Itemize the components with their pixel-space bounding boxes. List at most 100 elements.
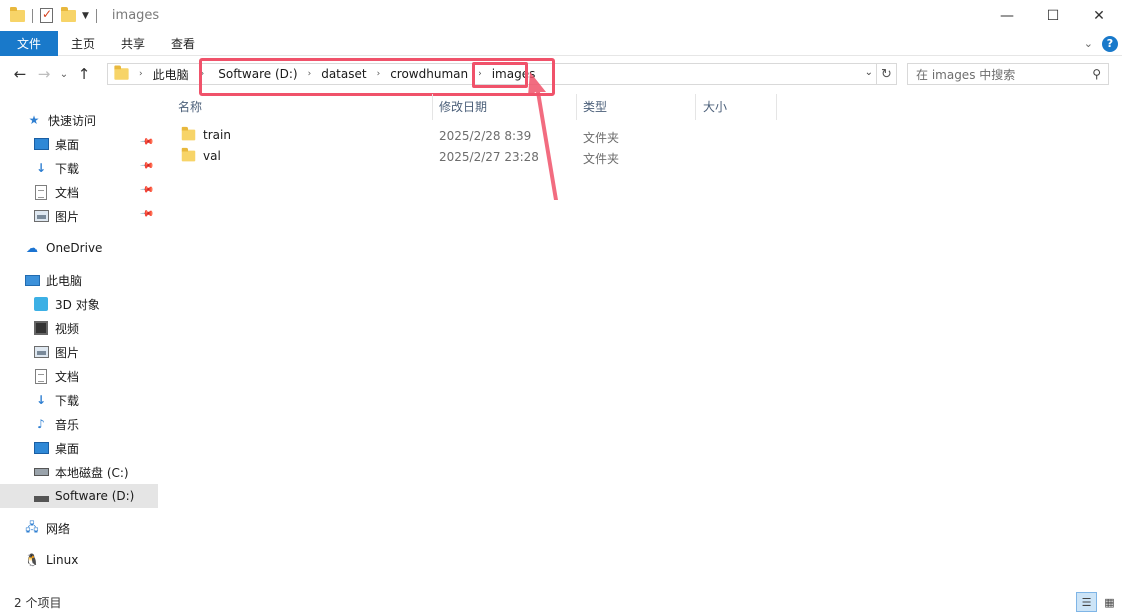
breadcrumb-software-d[interactable]: Software (D:): [214, 67, 301, 81]
navigation-pane: ★ 快速访问 桌面 📌 ↓ 下载 📌 文档 📌 图片 📌 ☁ OneDrive …: [0, 92, 158, 590]
address-bar[interactable]: › 此电脑 › Software (D:) › dataset › crowdh…: [107, 63, 877, 85]
sidebar-item-label: OneDrive: [46, 241, 103, 255]
sidebar-item-onedrive[interactable]: ☁ OneDrive: [0, 236, 158, 260]
close-button[interactable]: ✕: [1076, 0, 1122, 31]
download-icon: ↓: [35, 161, 47, 175]
sidebar-item-label: 桌面: [55, 137, 80, 152]
file-modified: 2025/2/28 8:39: [439, 129, 532, 143]
sidebar-item-3d-objects[interactable]: 3D 对象: [0, 292, 158, 316]
back-button[interactable]: ←: [8, 62, 32, 86]
maximize-button[interactable]: ☐: [1030, 0, 1076, 31]
chevron-right-icon[interactable]: ›: [371, 69, 387, 79]
column-divider[interactable]: [432, 94, 433, 120]
drive-icon: [33, 488, 49, 504]
chevron-right-icon[interactable]: ›: [193, 69, 215, 79]
search-input[interactable]: 在 images 中搜索 ⚲: [907, 63, 1109, 85]
folder-icon: [10, 6, 25, 22]
search-placeholder: 在 images 中搜索: [916, 67, 1016, 82]
sidebar-item-quick-access[interactable]: ★ 快速访问: [0, 108, 158, 132]
forward-button[interactable]: →: [32, 62, 56, 86]
sidebar-item-documents-pc[interactable]: 文档: [0, 364, 158, 388]
sidebar-item-label: 图片: [55, 209, 80, 224]
sidebar-item-linux[interactable]: 🐧 Linux: [0, 548, 158, 572]
sidebar-item-label: 下载: [55, 161, 80, 176]
folder-icon: [181, 126, 196, 141]
breadcrumb-crowdhuman[interactable]: crowdhuman: [386, 67, 472, 81]
column-header-type[interactable]: 类型: [583, 92, 607, 120]
file-name-cell[interactable]: train: [181, 126, 231, 142]
cloud-icon: ☁: [26, 241, 38, 255]
document-icon: [33, 368, 49, 384]
folder-icon: [114, 65, 129, 80]
tab-home[interactable]: 主页: [58, 31, 108, 56]
column-header-modified[interactable]: 修改日期: [439, 92, 487, 120]
sidebar-item-downloads-pc[interactable]: ↓ 下载: [0, 388, 158, 412]
sidebar-item-label: 本地磁盘 (C:): [55, 465, 129, 480]
breadcrumb-images[interactable]: images: [488, 67, 540, 81]
sidebar-item-desktop[interactable]: 桌面 📌: [0, 132, 158, 156]
file-name: val: [203, 149, 221, 163]
file-list: 名称 修改日期 类型 大小 train 2025/2/28 8:39 文件夹 v…: [160, 92, 1122, 590]
column-divider[interactable]: [576, 94, 577, 120]
chevron-right-icon[interactable]: ›: [302, 69, 318, 79]
sidebar-item-label: 文档: [55, 369, 80, 384]
new-folder-icon[interactable]: [61, 6, 76, 22]
tab-share[interactable]: 共享: [108, 31, 158, 56]
column-header-name[interactable]: 名称: [178, 92, 202, 120]
pin-icon[interactable]: 📌: [139, 182, 154, 197]
large-icons-view-icon[interactable]: ▦: [1099, 592, 1120, 612]
sidebar-item-music[interactable]: ♪ 音乐: [0, 412, 158, 436]
tab-view[interactable]: 查看: [158, 31, 208, 56]
chevron-right-icon[interactable]: ›: [133, 69, 149, 79]
recent-locations-dropdown[interactable]: ⌄: [56, 62, 72, 86]
navigation-row: ← → ⌄ ↑ › 此电脑 › Software (D:) › dataset …: [0, 56, 1122, 92]
desktop-icon: [33, 136, 49, 152]
chevron-right-icon[interactable]: ›: [472, 69, 488, 79]
properties-icon[interactable]: [40, 7, 53, 23]
pin-icon[interactable]: 📌: [139, 158, 154, 173]
tab-file[interactable]: 文件: [0, 30, 58, 56]
sidebar-item-videos[interactable]: 视频: [0, 316, 158, 340]
picture-icon: [33, 208, 49, 224]
customize-toolbar-dropdown-icon[interactable]: ▼: [82, 11, 89, 21]
column-divider[interactable]: [695, 94, 696, 120]
address-dropdown-icon[interactable]: ⌄: [865, 67, 873, 78]
ribbon-right: ⌄ ?: [1084, 31, 1118, 56]
breadcrumb-dataset[interactable]: dataset: [317, 67, 370, 81]
sidebar-item-desktop-pc[interactable]: 桌面: [0, 436, 158, 460]
toolbar-separator: [95, 8, 97, 23]
sidebar-item-downloads[interactable]: ↓ 下载 📌: [0, 156, 158, 180]
sidebar-item-network[interactable]: 🖧 网络: [0, 516, 158, 540]
sidebar-item-pictures[interactable]: 图片 📌: [0, 204, 158, 228]
file-type: 文件夹: [583, 131, 620, 145]
sidebar-item-label: Linux: [46, 553, 79, 567]
help-icon[interactable]: ?: [1102, 35, 1118, 52]
file-type: 文件夹: [583, 152, 620, 166]
item-count: 2 个项目: [14, 595, 62, 610]
breadcrumb-this-pc[interactable]: 此电脑: [149, 66, 193, 83]
up-button[interactable]: ↑: [72, 62, 96, 86]
sidebar-item-this-pc[interactable]: 此电脑: [0, 268, 158, 292]
details-view-icon[interactable]: ☰: [1076, 592, 1097, 612]
column-header-size[interactable]: 大小: [703, 92, 727, 120]
sidebar-item-label: Software (D:): [55, 489, 135, 503]
search-icon[interactable]: ⚲: [1092, 67, 1101, 81]
refresh-button[interactable]: ↻: [877, 63, 897, 85]
pin-icon[interactable]: 📌: [139, 206, 154, 221]
penguin-icon: 🐧: [24, 553, 40, 567]
expand-ribbon-icon[interactable]: ⌄: [1084, 37, 1093, 50]
drive-icon: [33, 464, 49, 480]
file-name-cell[interactable]: val: [181, 147, 221, 163]
quick-access-toolbar: ▼: [0, 0, 104, 31]
sidebar-item-software-d[interactable]: Software (D:): [0, 484, 158, 508]
column-divider[interactable]: [776, 94, 777, 120]
star-icon: ★: [28, 113, 40, 127]
sidebar-item-documents[interactable]: 文档 📌: [0, 180, 158, 204]
toolbar-separator: [32, 8, 33, 23]
cube-icon: [33, 296, 49, 312]
sidebar-item-label: 此电脑: [46, 273, 83, 288]
minimize-button[interactable]: —: [984, 0, 1030, 31]
sidebar-item-pictures-pc[interactable]: 图片: [0, 340, 158, 364]
pin-icon[interactable]: 📌: [139, 134, 154, 149]
sidebar-item-local-disk-c[interactable]: 本地磁盘 (C:): [0, 460, 158, 484]
